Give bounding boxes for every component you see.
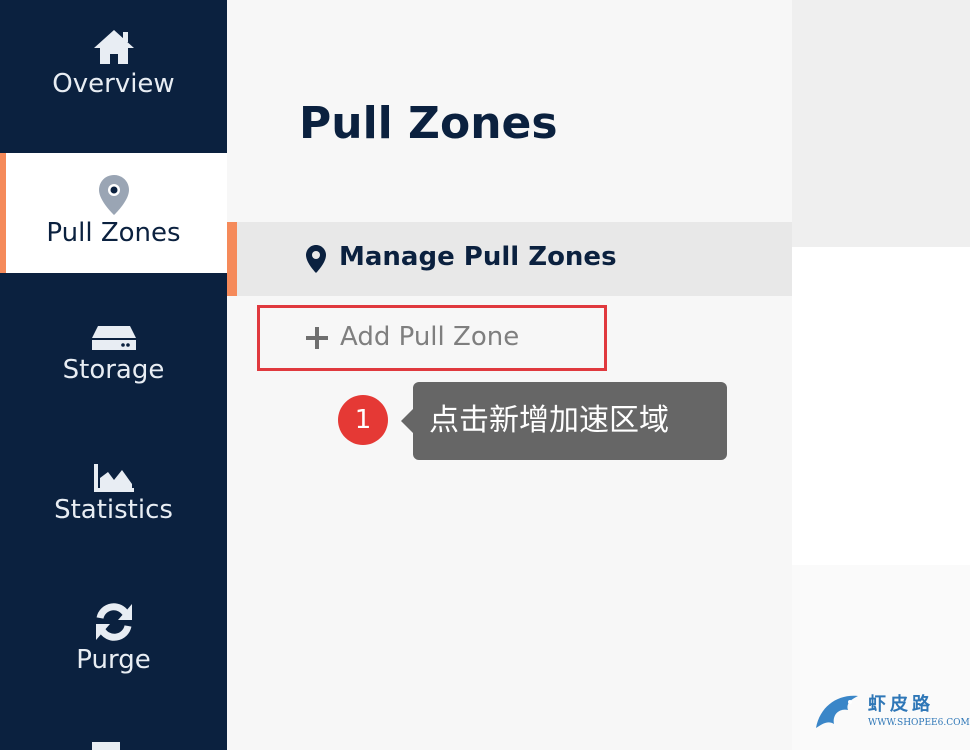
home-icon <box>93 30 134 64</box>
sidebar-item-storage[interactable]: Storage <box>0 322 227 402</box>
sidebar-item-label: Storage <box>62 355 165 385</box>
sidebar-item-label: Overview <box>52 69 175 99</box>
add-pull-zone-button[interactable]: Add Pull Zone <box>257 305 607 371</box>
annotation-tooltip: 点击新增加速区域 <box>401 382 727 460</box>
step-badge: 1 <box>338 395 388 445</box>
sidebar: Overview Pull Zones Storage Statistics P… <box>0 0 227 750</box>
manage-pull-zones-item[interactable]: Manage Pull Zones <box>227 222 792 296</box>
sidebar-item-pull-zones[interactable]: Pull Zones <box>0 153 227 273</box>
location-pin-icon <box>98 175 129 215</box>
sidebar-item-label: Pull Zones <box>46 218 181 248</box>
area-chart-icon <box>93 464 134 492</box>
manage-pull-zones-label: Manage Pull Zones <box>339 242 617 272</box>
sidebar-item-label: Purge <box>76 645 151 675</box>
map-marker-icon <box>306 245 326 273</box>
sidebar-item-label: Statistics <box>54 495 173 525</box>
pull-zones-panel: Pull Zones Manage Pull Zones Add Pull Zo… <box>227 0 792 750</box>
main-content <box>792 0 970 750</box>
refresh-icon <box>95 603 132 641</box>
watermark: 虾皮路 WWW.SHOPEE6.COM <box>810 684 970 740</box>
sidebar-item-overview[interactable]: Overview <box>0 26 227 126</box>
content-header-band <box>792 0 970 247</box>
add-pull-zone-label: Add Pull Zone <box>340 322 520 352</box>
watermark-title: 虾皮路 <box>868 694 934 715</box>
page-title: Pull Zones <box>299 98 558 149</box>
dragon-logo-icon <box>816 695 858 728</box>
next-item-icon <box>92 742 120 750</box>
sidebar-item-purge[interactable]: Purge <box>0 600 227 680</box>
plus-icon <box>306 327 328 349</box>
watermark-url: WWW.SHOPEE6.COM <box>868 718 970 728</box>
sidebar-item-statistics[interactable]: Statistics <box>0 462 227 542</box>
hard-drive-icon <box>91 326 136 350</box>
